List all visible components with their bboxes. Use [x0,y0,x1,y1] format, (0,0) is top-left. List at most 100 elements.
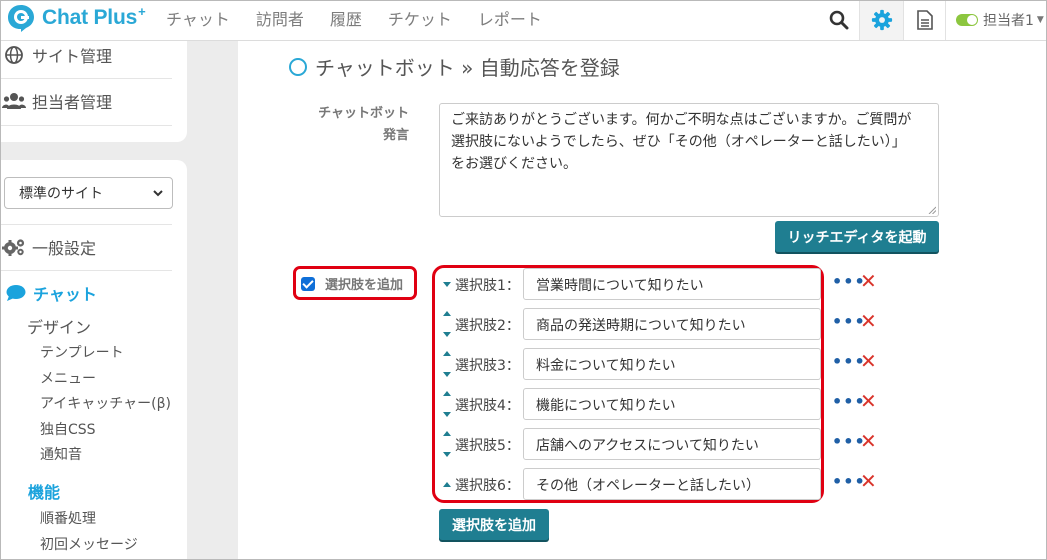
delete-icon[interactable]: ✕ [860,389,877,413]
menu-tickets[interactable]: チケット [388,6,452,30]
gear-icon [871,9,892,31]
move-up-icon[interactable] [443,311,451,316]
top-navbar: Chat Plus+ チャット 訪問者 履歴 チケット レポート 担当者1 ▼ [0,0,1047,41]
sidebar-item-eyecatcher[interactable]: アイキャッチャー(β) [40,393,171,413]
move-down-icon[interactable] [443,412,451,417]
settings-button[interactable] [859,0,903,40]
reorder-arrows[interactable] [442,348,452,380]
status-toggle-icon [956,14,978,26]
sidebar-item-label: サイト管理 [32,47,113,66]
site-select-value: 標準のサイト [19,186,103,202]
sidebar-item-custom-css[interactable]: 独自CSS [40,419,96,439]
delete-icon[interactable]: ✕ [860,429,877,453]
divider [0,224,172,225]
sidebar-item-site-admin[interactable]: サイト管理 [0,44,172,66]
delete-icon[interactable]: ✕ [860,469,877,493]
chat-bubble-icon [6,285,26,301]
bot-message-line: 選択肢にないようでしたら、ぜひ「その他（オペレーターと話したい）」 [451,134,906,150]
resize-handle-icon[interactable] [928,206,936,214]
sidebar-item-chat[interactable]: チャット [6,281,97,305]
sidebar-item-template[interactable]: テンプレート [40,342,124,362]
chatplus-logo[interactable]: Chat Plus+ [6,3,146,33]
reorder-arrows[interactable] [442,428,452,460]
choice-input[interactable]: 商品の発送時期について知りたい [523,308,821,340]
delete-icon[interactable]: ✕ [860,309,877,333]
move-down-icon[interactable] [443,332,451,337]
sidebar-item-queue[interactable]: 順番処理 [40,508,96,528]
main-menu: チャット 訪問者 履歴 チケット レポート [166,6,568,30]
move-up-icon[interactable] [443,482,451,487]
sidebar-item-label: 一般設定 [32,239,97,258]
bot-message-label: チャットボット 発言 [318,106,409,143]
move-up-icon[interactable] [443,431,451,436]
menu-visitors[interactable]: 訪問者 [256,6,304,30]
chevron-down-icon [153,190,163,197]
reorder-arrows[interactable] [442,308,452,340]
add-choice-button[interactable]: 選択肢を追加 [439,509,549,540]
move-down-icon[interactable] [443,282,451,287]
delete-icon[interactable]: ✕ [860,349,877,373]
choice-row: 選択肢4： 機能について知りたい ••• ✕ [440,388,890,420]
choice-input[interactable]: その他（オペレーターと話したい） [523,468,821,500]
choice-label: 選択肢1： [455,278,520,294]
user-menu[interactable]: 担当者1 ▼ [945,0,1047,40]
move-up-icon[interactable] [443,351,451,356]
menu-reports[interactable]: レポート [478,6,542,30]
choice-input[interactable]: 店舗へのアクセスについて知りたい [523,428,821,460]
reorder-arrows[interactable] [442,268,452,300]
sidebar-item-menu[interactable]: メニュー [40,368,96,388]
move-down-icon[interactable] [443,452,451,457]
reorder-arrows[interactable] [442,388,452,420]
delete-icon[interactable]: ✕ [860,269,877,293]
document-icon [916,10,933,30]
gears-icon [2,239,25,256]
chatplus-logo-icon [6,3,36,33]
sidebar-item-first-message[interactable]: 初回メッセージ [40,534,138,554]
move-down-icon[interactable] [443,372,451,377]
users-icon [2,93,26,109]
choice-row: 選択肢1： 営業時間について知りたい ••• ✕ [440,268,890,300]
site-select[interactable]: 標準のサイト [4,177,173,209]
menu-chat[interactable]: チャット [166,6,230,30]
choice-input[interactable]: 機能について知りたい [523,388,821,420]
choice-label: 選択肢5： [455,438,520,454]
sidebar-item-design[interactable]: デザイン [27,314,91,338]
sidebar-item-label: チャット [33,285,97,304]
caret-down-icon: ▼ [1036,15,1044,25]
choice-input[interactable]: 営業時間について知りたい [523,268,821,300]
choice-label: 選択肢4： [455,398,520,414]
divider [0,125,172,126]
move-up-icon[interactable] [443,391,451,396]
add-choice-checkbox[interactable] [301,276,315,291]
bot-message-line: ご来訪ありがとうございます。何かご不明な点はございますか。ご質問が [451,112,912,128]
sidebar-item-label: 担当者管理 [32,93,113,112]
globe-icon [5,46,23,64]
search-icon [829,10,849,30]
add-choice-checkbox-label: 選択肢を追加 [325,278,404,293]
reorder-arrows[interactable] [442,468,452,500]
divider [0,270,172,271]
page-title: チャットボット » 自動応答を登録 [289,52,620,81]
choice-label: 選択肢3： [455,358,520,374]
document-button[interactable] [903,0,945,40]
circle-icon [289,57,307,76]
sidebar-item-notification-sound[interactable]: 通知音 [40,444,82,464]
choice-label: 選択肢2： [455,318,520,334]
rich-editor-button[interactable]: リッチエディタを起動 [775,221,939,252]
choice-row: 選択肢5： 店舗へのアクセスについて知りたい ••• ✕ [440,428,890,460]
sidebar-item-staff-admin[interactable]: 担当者管理 [0,90,172,112]
brand-name: Chat Plus+ [42,4,146,29]
user-name: 担当者1 [983,13,1034,29]
choice-input[interactable]: 料金について知りたい [523,348,821,380]
divider [0,78,172,79]
menu-history[interactable]: 履歴 [330,6,362,30]
sidebar-item-general-settings[interactable]: 一般設定 [0,236,172,258]
search-button[interactable] [819,0,859,40]
sidebar-item-function[interactable]: 機能 [28,479,60,503]
bot-message-textarea[interactable]: ご来訪ありがとうございます。何かご不明な点はございますか。ご質問が 選択肢にない… [439,103,939,217]
choice-row: 選択肢2： 商品の発送時期について知りたい ••• ✕ [440,308,890,340]
choice-row: 選択肢6： その他（オペレーターと話したい） ••• ✕ [440,468,890,500]
add-choice-checkbox-row[interactable]: 選択肢を追加 [301,274,403,293]
choice-row: 選択肢3： 料金について知りたい ••• ✕ [440,348,890,380]
page-title-text: チャットボット » 自動応答を登録 [315,56,620,80]
